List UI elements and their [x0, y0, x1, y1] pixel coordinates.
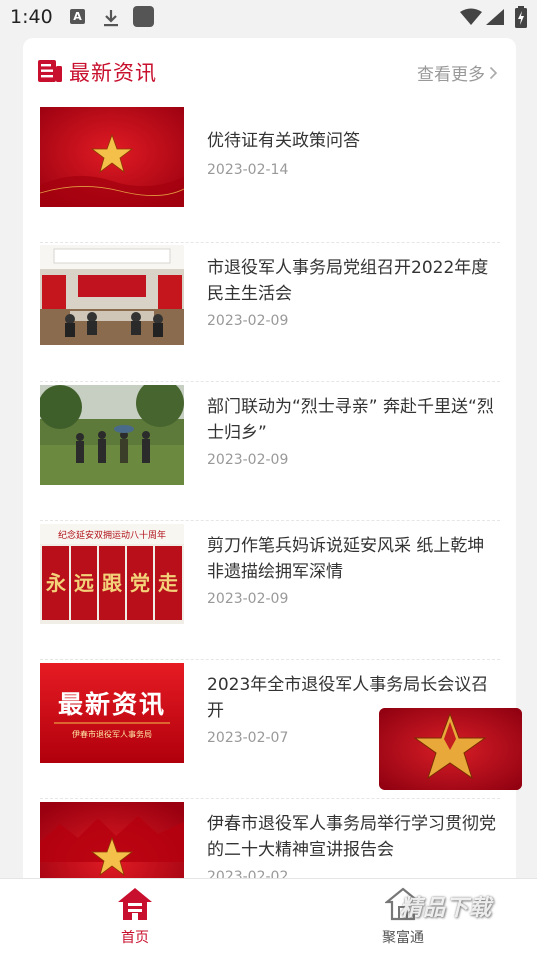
news-title: 伊春市退役军人事务局举行学习贯彻党的二十大精神宣讲报告会 — [207, 814, 496, 860]
section-title: 最新资讯 — [69, 61, 157, 85]
nav-home[interactable]: 首页 — [100, 887, 170, 949]
paper-cut-char: 跟 — [102, 571, 123, 595]
news-title: 市退役军人事务局党组召开2022年度民主生活会 — [207, 258, 489, 304]
news-date: 2023-02-09 — [207, 313, 289, 329]
cell-signal-icon — [485, 8, 505, 30]
app-square-icon — [133, 6, 154, 27]
keyboard-a-icon: A — [70, 9, 85, 24]
watermark: 精品下载 — [400, 896, 493, 921]
news-thumbnail — [40, 245, 184, 345]
news-title: 剪刀作笔兵妈诉说延安风采 纸上乾坤非遗描绘拥军深情 — [207, 536, 485, 582]
banner-subheading: 伊春市退役军人事务局 — [72, 729, 152, 739]
news-item[interactable]: 市退役军人事务局党组召开2022年度民主生活会 2023-02-09 — [40, 243, 500, 382]
card-header: 最新资讯 查看更多 — [23, 38, 516, 104]
paper-cut-char: 永 — [45, 571, 66, 595]
news-date: 2023-02-09 — [207, 452, 289, 468]
download-icon — [103, 9, 119, 31]
news-thumbnail — [40, 107, 184, 207]
battery-charging-icon — [515, 6, 527, 32]
view-more-link[interactable]: 查看更多 — [417, 60, 498, 85]
news-thumbnail: 纪念延安双拥运动八十周年 永 远 跟 党 走 — [40, 524, 184, 624]
nav-jufutong-label: 聚富通 — [382, 930, 424, 946]
news-date: 2023-02-14 — [207, 162, 289, 178]
paper-cut-char: 远 — [74, 571, 94, 595]
news-thumbnail: 最新资讯 伊春市退役军人事务局 — [40, 663, 184, 763]
wifi-icon — [460, 8, 482, 30]
chevron-right-icon — [489, 65, 498, 85]
home-icon — [117, 888, 153, 925]
news-item[interactable]: 优待证有关政策问答 2023-02-14 — [40, 104, 500, 243]
news-title: 部门联动为“烈士寻亲” 奔赴千里送“烈士归乡” — [207, 397, 494, 443]
news-item[interactable]: 部门联动为“烈士寻亲” 奔赴千里送“烈士归乡” 2023-02-09 — [40, 382, 500, 521]
news-thumbnail — [40, 385, 184, 485]
view-more-label: 查看更多 — [417, 65, 485, 85]
news-date: 2023-02-07 — [207, 730, 289, 746]
paper-cut-char: 党 — [130, 571, 150, 595]
floating-star-widget[interactable] — [379, 708, 522, 790]
news-date: 2023-02-09 — [207, 591, 289, 607]
paper-cut-caption: 纪念延安双拥运动八十周年 — [58, 529, 166, 541]
news-item[interactable]: 纪念延安双拥运动八十周年 永 远 跟 党 走 剪刀作笔兵妈诉说延安风采 纸上乾坤… — [40, 521, 500, 660]
status-time: 1:40 — [10, 6, 53, 28]
nav-home-label: 首页 — [121, 930, 149, 946]
news-icon — [38, 60, 62, 86]
status-bar: 1:40 A — [0, 0, 537, 38]
news-title: 优待证有关政策问答 — [207, 131, 360, 151]
paper-cut-char: 走 — [158, 571, 178, 595]
banner-heading: 最新资讯 — [58, 690, 166, 719]
